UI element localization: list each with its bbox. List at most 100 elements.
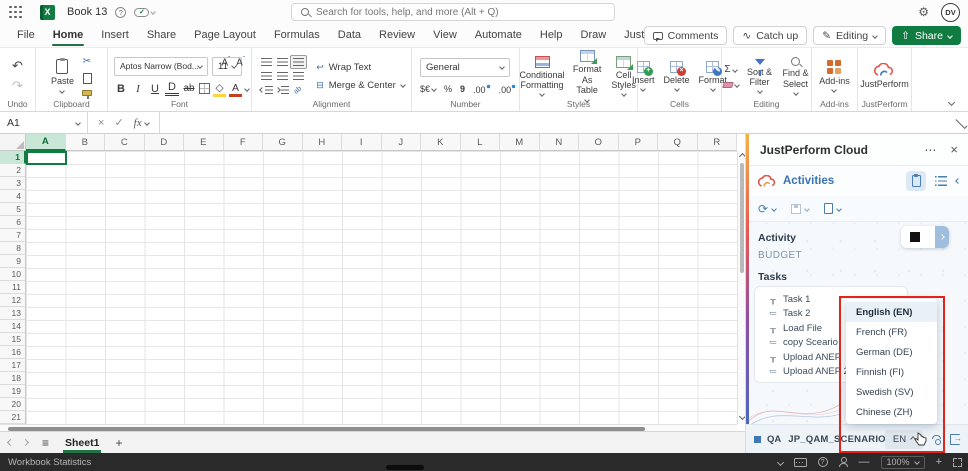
- column-header[interactable]: N: [540, 134, 580, 151]
- justperform-button[interactable]: JustPerform: [860, 63, 909, 89]
- merge-center-button[interactable]: ⊟ Merge & Center: [316, 80, 405, 91]
- help-status-icon[interactable]: ?: [818, 457, 828, 467]
- select-all-corner[interactable]: [0, 134, 26, 151]
- column-header[interactable]: G: [263, 134, 303, 151]
- row-header[interactable]: 2: [0, 164, 26, 177]
- row-header[interactable]: 8: [0, 242, 26, 255]
- addins-button[interactable]: Add-ins: [819, 60, 850, 92]
- ribbon-tab[interactable]: Page Layout: [185, 25, 265, 46]
- autosum-button[interactable]: Σ: [724, 64, 736, 75]
- save-button[interactable]: [791, 204, 809, 214]
- prev-sheet-icon[interactable]: [7, 439, 14, 446]
- accessibility-icon[interactable]: [839, 457, 848, 467]
- row-header[interactable]: 3: [0, 177, 26, 190]
- align-top-icon[interactable]: [261, 58, 272, 66]
- sort-filter-button[interactable]: Sort & Filter: [745, 59, 775, 94]
- language-option[interactable]: French (FR): [846, 322, 937, 342]
- row-header[interactable]: 14: [0, 320, 26, 333]
- row-header[interactable]: 9: [0, 255, 26, 268]
- format-painter-icon[interactable]: [82, 90, 92, 96]
- language-option[interactable]: Finnish (FI): [846, 362, 937, 382]
- column-header[interactable]: E: [184, 134, 224, 151]
- label-help-icon[interactable]: ?: [115, 7, 126, 18]
- accounting-format-icon[interactable]: $€: [420, 84, 436, 94]
- ribbon-tab[interactable]: Automate: [466, 25, 531, 46]
- column-header[interactable]: R: [698, 134, 738, 151]
- activity-go-button[interactable]: [935, 226, 949, 248]
- panel-more-icon[interactable]: ⋯: [924, 143, 936, 157]
- avatar[interactable]: DV: [941, 3, 960, 22]
- row-header[interactable]: 5: [0, 203, 26, 216]
- add-sheet-button[interactable]: +: [115, 436, 122, 450]
- zoom-out-button[interactable]: —: [859, 456, 870, 468]
- next-sheet-icon[interactable]: [22, 439, 29, 446]
- expand-formula-bar-icon[interactable]: [955, 116, 967, 128]
- vertical-scroll-thumb[interactable]: [740, 163, 744, 273]
- vertical-scrollbar[interactable]: [737, 151, 745, 424]
- refresh-button[interactable]: ⟳: [758, 203, 776, 215]
- selected-cell-a1[interactable]: [26, 151, 67, 165]
- zoom-in-button[interactable]: +: [936, 456, 942, 468]
- bold-icon[interactable]: B: [114, 83, 128, 95]
- gear-icon[interactable]: ⚙: [918, 5, 929, 19]
- shrink-font-icon[interactable]: Aˇ: [236, 56, 245, 68]
- column-header[interactable]: K: [421, 134, 461, 151]
- decrease-decimal-icon[interactable]: .00: [499, 84, 517, 95]
- editing-mode-button[interactable]: ✎ Editing: [813, 26, 886, 45]
- number-format-select[interactable]: General: [420, 58, 510, 77]
- ribbon-tab[interactable]: View: [424, 25, 466, 46]
- increase-decimal-icon[interactable]: .00: [473, 84, 491, 95]
- ribbon-tab[interactable]: Help: [531, 25, 572, 46]
- decrease-indent-icon[interactable]: [260, 86, 273, 94]
- column-header[interactable]: O: [579, 134, 619, 151]
- borders-icon[interactable]: [199, 83, 210, 94]
- column-header[interactable]: D: [145, 134, 185, 151]
- row-header[interactable]: 4: [0, 190, 26, 203]
- activity-value[interactable]: BUDGET: [758, 250, 802, 261]
- language-option[interactable]: German (DE): [846, 342, 937, 362]
- find-select-button[interactable]: Find & Select: [781, 57, 811, 95]
- italic-icon[interactable]: I: [131, 83, 145, 95]
- align-right-icon[interactable]: [293, 72, 304, 80]
- language-option[interactable]: Swedish (SV): [846, 382, 937, 402]
- row-header[interactable]: 12: [0, 294, 26, 307]
- ribbon-tab[interactable]: Review: [370, 25, 424, 46]
- row-header[interactable]: 19: [0, 385, 26, 398]
- column-header[interactable]: B: [66, 134, 106, 151]
- column-header[interactable]: M: [500, 134, 540, 151]
- row-header[interactable]: 7: [0, 229, 26, 242]
- align-middle-icon[interactable]: [277, 58, 288, 66]
- logout-icon[interactable]: [950, 434, 960, 445]
- search-input[interactable]: Search for tools, help, and more (Alt + …: [291, 3, 615, 21]
- column-header[interactable]: H: [303, 134, 343, 151]
- copy-icon[interactable]: [83, 73, 92, 84]
- chevron-down-icon[interactable]: [244, 86, 250, 92]
- row-header[interactable]: 16: [0, 346, 26, 359]
- document-title[interactable]: Book 13: [67, 6, 107, 18]
- align-left-icon[interactable]: [261, 72, 272, 80]
- task-list-icon[interactable]: [935, 176, 947, 186]
- sheet-tab-sheet1[interactable]: Sheet1: [63, 434, 101, 452]
- row-header[interactable]: 18: [0, 372, 26, 385]
- align-bottom-icon[interactable]: [290, 55, 307, 69]
- row-header[interactable]: 20: [0, 398, 26, 411]
- insert-function-button[interactable]: fx: [134, 117, 149, 129]
- column-header[interactable]: P: [619, 134, 659, 151]
- activity-selector[interactable]: [901, 226, 949, 248]
- underline-icon[interactable]: U: [148, 83, 162, 95]
- comments-button[interactable]: Comments: [644, 26, 728, 45]
- column-header[interactable]: A: [26, 134, 66, 151]
- row-header[interactable]: 1: [0, 151, 26, 164]
- row-header[interactable]: 6: [0, 216, 26, 229]
- column-header[interactable]: I: [342, 134, 382, 151]
- insert-cells-button[interactable]: + Insert: [632, 61, 655, 91]
- formula-input[interactable]: [160, 112, 955, 133]
- double-underline-icon[interactable]: D: [165, 82, 179, 96]
- workbook-statistics-button[interactable]: Workbook Statistics: [0, 457, 91, 468]
- activity-board-button[interactable]: [906, 171, 926, 191]
- ribbon-tab[interactable]: Insert: [92, 25, 138, 46]
- collapse-ribbon-icon[interactable]: [948, 99, 955, 106]
- fill-color-icon[interactable]: ◇: [213, 83, 226, 94]
- clear-button[interactable]: [723, 82, 739, 88]
- row-header[interactable]: 13: [0, 307, 26, 320]
